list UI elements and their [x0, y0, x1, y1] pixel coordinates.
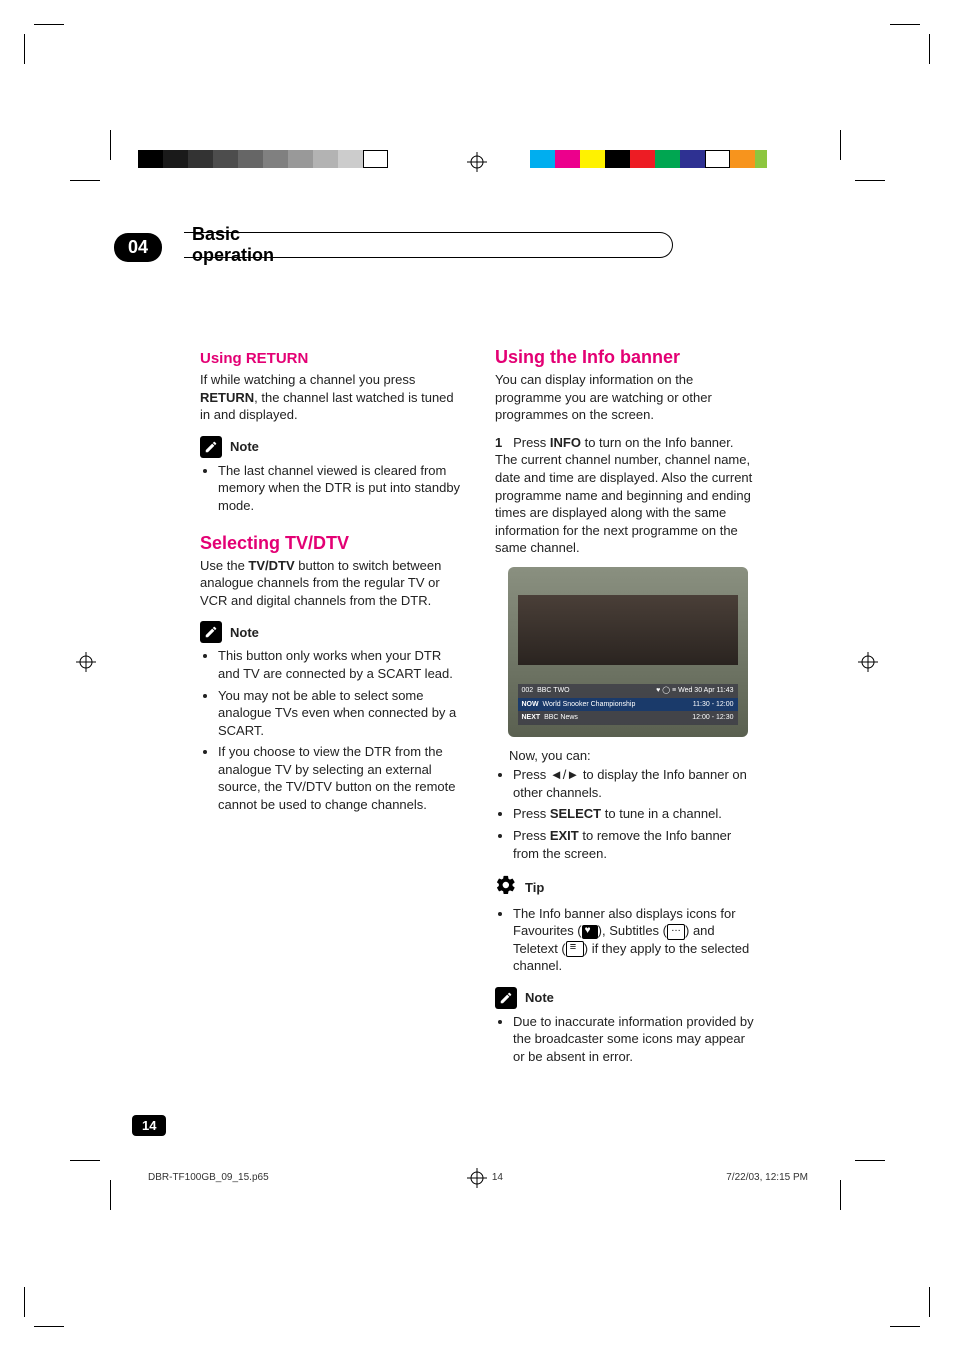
list-item: If you choose to view the DTR from the a…	[218, 743, 465, 813]
heading-info-banner: Using the Info banner	[495, 345, 760, 369]
step-number: 1	[495, 435, 502, 450]
note-label: Note	[230, 438, 259, 456]
list-item: This button only works when your DTR and…	[218, 647, 465, 682]
list-item: Press EXIT to remove the Info banner fro…	[513, 827, 760, 862]
footer-page: 14	[492, 1172, 503, 1183]
note-2-list: This button only works when your DTR and…	[200, 647, 465, 813]
chapter-title: Basic operation	[192, 224, 674, 266]
actions-list: Press ◄/► to display the Info banner on …	[495, 766, 760, 862]
footer: DBR-TF100GB_09_15.p65 14 7/22/03, 12:15 …	[148, 1172, 808, 1183]
page-root: 04 Basic operation Using RETURN If while…	[0, 0, 954, 1351]
heading-using-return: Using RETURN	[200, 349, 465, 369]
footer-filename: DBR-TF100GB_09_15.p65	[148, 1172, 269, 1183]
crop-mark	[840, 1180, 841, 1210]
step-1-follow: The current channel number, channel name…	[495, 452, 752, 555]
left-column: Using RETURN If while watching a channel…	[200, 345, 465, 1073]
list-item: Press ◄/► to display the Info banner on …	[513, 766, 760, 801]
crop-mark	[70, 1160, 100, 1161]
list-item: Press SELECT to tune in a channel.	[513, 805, 760, 823]
tv-screenshot: 002 BBC TWO ♥ ◯ ≡ Wed 30 Apr 11:43 NOW W…	[508, 567, 748, 737]
teletext-icon	[566, 941, 584, 957]
heading-selecting-tvdtv: Selecting TV/DTV	[200, 531, 465, 555]
tip-block: Tip	[495, 874, 760, 901]
tip-label: Tip	[525, 879, 544, 897]
tv-banner-header: 002 BBC TWO ♥ ◯ ≡ Wed 30 Apr 11:43	[518, 684, 738, 697]
crop-mark	[110, 130, 111, 160]
pencil-icon	[200, 621, 222, 643]
pencil-icon	[495, 987, 517, 1009]
note-block-3: Note	[495, 987, 760, 1009]
list-item: Due to inaccurate information provided b…	[513, 1013, 760, 1066]
list-item: You may not be able to select some analo…	[218, 687, 465, 740]
crop-mark	[110, 1180, 111, 1210]
favourites-icon	[582, 925, 598, 939]
subtitles-icon	[667, 924, 685, 940]
tv-info-banner: 002 BBC TWO ♥ ◯ ≡ Wed 30 Apr 11:43 NOW W…	[518, 684, 738, 724]
gear-icon	[495, 874, 517, 901]
para-return: If while watching a channel you press RE…	[200, 371, 465, 424]
tip-list: The Info banner also displays icons for …	[495, 905, 760, 975]
tv-building-graphic	[518, 595, 738, 665]
corner-bracket	[890, 1287, 930, 1327]
step-1: 1 Press INFO to turn on the Info banner.…	[495, 434, 760, 557]
tv-banner-next: NEXT BBC News 12:00 - 12:30	[518, 711, 738, 724]
note-block-2: Note	[200, 621, 465, 643]
para-info-intro: You can display information on the progr…	[495, 371, 760, 424]
crop-mark	[70, 180, 100, 181]
chapter-title-bar: Basic operation	[184, 232, 673, 258]
chapter-number: 04	[114, 233, 162, 262]
registration-mark-top	[467, 152, 487, 172]
tv-banner-now: NOW World Snooker Championship 11:30 - 1…	[518, 698, 738, 711]
gray-calibration-bars	[138, 150, 388, 168]
bold-tvdtv: TV/DTV	[248, 558, 294, 573]
color-calibration-bars	[530, 150, 767, 168]
footer-timestamp: 7/22/03, 12:15 PM	[726, 1172, 808, 1183]
para-selecting: Use the TV/DTV button to switch between …	[200, 557, 465, 610]
registration-mark-right	[858, 652, 878, 672]
crop-mark	[840, 130, 841, 160]
page-number-badge: 14	[132, 1115, 166, 1136]
pencil-icon	[200, 436, 222, 458]
crop-mark	[855, 1160, 885, 1161]
bold-return: RETURN	[200, 390, 254, 405]
chapter-header: 04	[114, 233, 170, 262]
corner-bracket	[890, 24, 930, 64]
content-columns: Using RETURN If while watching a channel…	[200, 345, 760, 1073]
note-1-list: The last channel viewed is cleared from …	[200, 462, 465, 515]
note-3-list: Due to inaccurate information provided b…	[495, 1013, 760, 1066]
bold-info: INFO	[550, 435, 581, 450]
now-you-can: Now, you can:	[509, 747, 760, 765]
note-label: Note	[230, 624, 259, 642]
corner-bracket	[24, 24, 64, 64]
right-column: Using the Info banner You can display in…	[495, 345, 760, 1073]
note-label: Note	[525, 989, 554, 1007]
note-block-1: Note	[200, 436, 465, 458]
list-item: The last channel viewed is cleared from …	[218, 462, 465, 515]
corner-bracket	[24, 1287, 64, 1327]
crop-mark	[855, 180, 885, 181]
list-item: The Info banner also displays icons for …	[513, 905, 760, 975]
registration-mark-left	[76, 652, 96, 672]
